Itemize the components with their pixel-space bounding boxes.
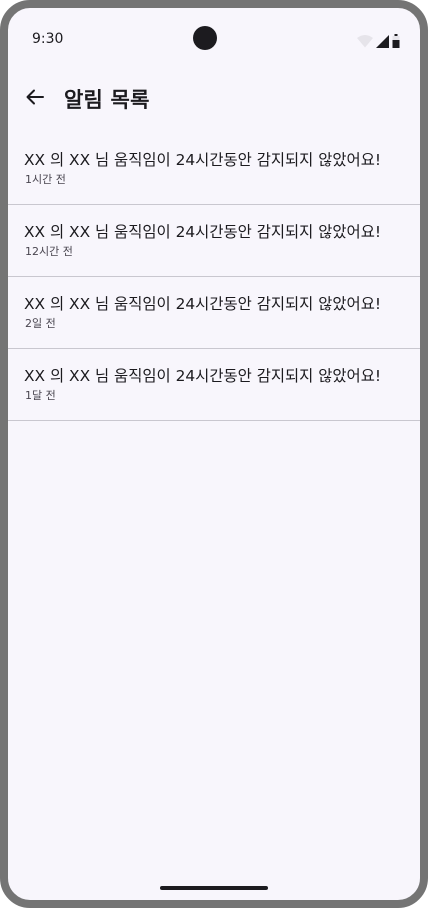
notification-time: 2일 전 (25, 317, 56, 330)
wifi-icon (357, 35, 373, 48)
notification-time: 12시간 전 (25, 245, 73, 258)
notification-item[interactable]: XX 의 XX 님 움직임이 24시간동안 감지되지 않았어요! 1시간 전 (8, 133, 420, 205)
status-icons (357, 34, 400, 48)
notification-item[interactable]: XX 의 XX 님 움직임이 24시간동안 감지되지 않았어요! 2일 전 (8, 277, 420, 349)
phone-screen: 9:30 알림 목록 XX 의 XX 님 움직임이 24시간동안 감지되지 않았… (0, 0, 428, 908)
status-clock: 9:30 (32, 31, 64, 47)
status-bar: 9:30 (8, 8, 420, 58)
cellular-signal-icon (376, 35, 389, 48)
battery-icon (392, 34, 400, 48)
front-camera (193, 26, 217, 50)
notification-message: XX 의 XX 님 움직임이 24시간동안 감지되지 않았어요! (24, 295, 382, 313)
notification-time: 1달 전 (25, 389, 56, 402)
notification-list: XX 의 XX 님 움직임이 24시간동안 감지되지 않았어요! 1시간 전 X… (8, 133, 420, 421)
home-indicator[interactable] (160, 886, 268, 890)
page-title: 알림 목록 (64, 88, 150, 112)
notification-message: XX 의 XX 님 움직임이 24시간동안 감지되지 않았어요! (24, 151, 382, 169)
top-app-bar: 알림 목록 (8, 70, 420, 126)
notification-message: XX 의 XX 님 움직임이 24시간동안 감지되지 않았어요! (24, 367, 382, 385)
notification-message: XX 의 XX 님 움직임이 24시간동안 감지되지 않았어요! (24, 223, 382, 241)
notification-item[interactable]: XX 의 XX 님 움직임이 24시간동안 감지되지 않았어요! 1달 전 (8, 349, 420, 421)
notification-time: 1시간 전 (25, 173, 66, 186)
notification-item[interactable]: XX 의 XX 님 움직임이 24시간동안 감지되지 않았어요! 12시간 전 (8, 205, 420, 277)
back-button[interactable] (22, 86, 48, 112)
arrow-back-icon (25, 87, 45, 111)
